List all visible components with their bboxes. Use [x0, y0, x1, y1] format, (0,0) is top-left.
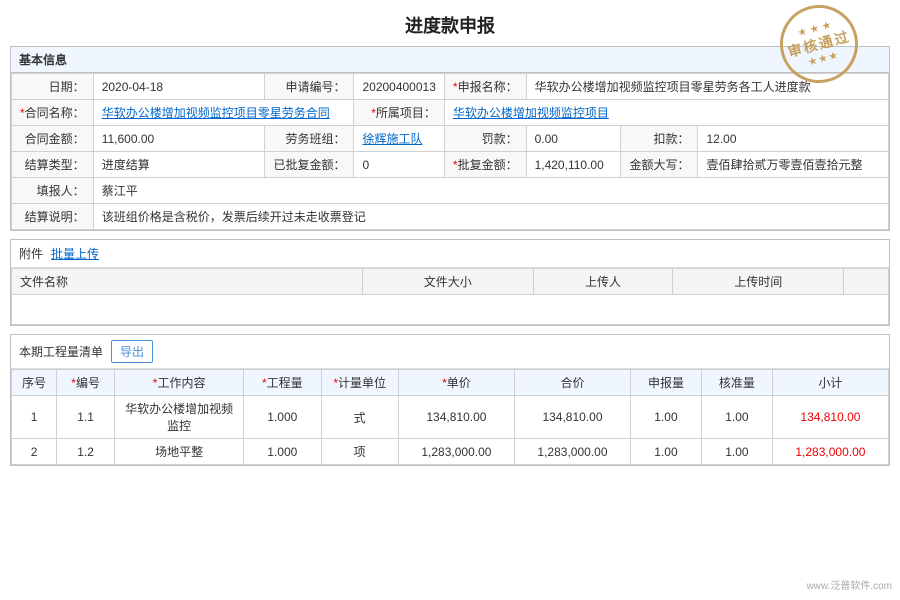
- col-subtotal: 小计: [772, 370, 888, 396]
- attach-col-time: 上传时间: [673, 269, 844, 295]
- info-row-3: 合同金额： 11,600.00 劳务班组： 徐辉施工队 罚款： 0.00 扣款：…: [12, 126, 889, 152]
- attachment-label: 附件: [19, 245, 43, 262]
- contract-amount-value: 11,600.00: [93, 126, 265, 152]
- info-row-5: 填报人： 蔡江平: [12, 178, 889, 204]
- amount-big-label: 金额大写：: [621, 152, 698, 178]
- batch-upload-button[interactable]: 批量上传: [51, 245, 99, 262]
- watermark: www.泛普软件.com: [806, 577, 892, 592]
- workload-cell-5: 134,810.00: [398, 396, 514, 439]
- col-quantity: *工程量: [244, 370, 321, 396]
- export-button[interactable]: 导出: [111, 340, 153, 363]
- workload-section: 本期工程量清单 导出 序号 *编号 *工作内容 *工程量 *计量单位 *单价 合…: [10, 334, 890, 466]
- workload-cell-4: 式: [321, 396, 398, 439]
- workload-cell-1: 1.2: [57, 439, 115, 465]
- col-approved-qty: 核准量: [701, 370, 772, 396]
- project-value[interactable]: 华软办公楼增加视频监控项目: [444, 100, 888, 126]
- basic-info-table: 日期： 2020-04-18 申请编号： 20200400013 *申报名称： …: [11, 73, 889, 230]
- workload-header: 本期工程量清单 导出: [11, 335, 889, 369]
- filler-value: 蔡江平: [93, 178, 888, 204]
- batch-amount-value: 1,420,110.00: [526, 152, 621, 178]
- workload-cell-4: 项: [321, 439, 398, 465]
- col-code: *编号: [57, 370, 115, 396]
- contract-name-label: *合同名称：: [12, 100, 94, 126]
- attach-col-uploader: 上传人: [533, 269, 672, 295]
- apply-no-label: 申请编号：: [265, 74, 354, 100]
- date-label: 日期：: [12, 74, 94, 100]
- workload-cell-6: 134,810.00: [514, 396, 630, 439]
- workload-cell-7: 1.00: [631, 439, 702, 465]
- labor-group-label: 劳务班组：: [265, 126, 354, 152]
- attachment-header: 附件 批量上传: [11, 240, 889, 268]
- approved-amount-label: 已批复金额：: [265, 152, 354, 178]
- deduction-value: 12.00: [698, 126, 889, 152]
- workload-row: 21.2场地平整1.000项1,283,000.001,283,000.001.…: [12, 439, 889, 465]
- workload-cell-8: 1.00: [701, 439, 772, 465]
- col-total-price: 合价: [514, 370, 630, 396]
- remark-label: 结算说明：: [12, 204, 94, 230]
- attachment-empty-row: [12, 295, 889, 325]
- col-apply-qty: 申报量: [631, 370, 702, 396]
- col-unit-price: *单价: [398, 370, 514, 396]
- info-row-2: *合同名称： 华软办公楼增加视频监控项目零星劳务合同 *所属项目： 华软办公楼增…: [12, 100, 889, 126]
- attachment-section: 附件 批量上传 文件名称 文件大小 上传人 上传时间: [10, 239, 890, 326]
- apply-no-value: 20200400013: [354, 74, 444, 100]
- basic-info-section: 基本信息 日期： 2020-04-18 申请编号： 20200400013 *申…: [10, 46, 890, 231]
- workload-cell-3: 1.000: [244, 439, 321, 465]
- labor-group-value[interactable]: 徐辉施工队: [354, 126, 444, 152]
- contract-name-value[interactable]: 华软办公楼增加视频监控项目零星劳务合同: [93, 100, 354, 126]
- col-unit: *计量单位: [321, 370, 398, 396]
- attachment-header-row: 文件名称 文件大小 上传人 上传时间: [12, 269, 889, 295]
- basic-info-header: 基本信息: [11, 47, 889, 73]
- workload-row: 11.1华软办公楼增加视频监控1.000式134,810.00134,810.0…: [12, 396, 889, 439]
- info-row-4: 结算类型： 进度结算 已批复金额： 0 *批复金额： 1,420,110.00 …: [12, 152, 889, 178]
- workload-cell-8: 1.00: [701, 396, 772, 439]
- col-seq: 序号: [12, 370, 57, 396]
- attachment-table: 文件名称 文件大小 上传人 上传时间: [11, 268, 889, 325]
- approved-amount-value: 0: [354, 152, 444, 178]
- workload-cell-1: 1.1: [57, 396, 115, 439]
- workload-cell-2: 华软办公楼增加视频监控: [115, 396, 244, 439]
- penalty-label: 罚款：: [444, 126, 526, 152]
- workload-cell-6: 1,283,000.00: [514, 439, 630, 465]
- deduction-label: 扣款：: [621, 126, 698, 152]
- workload-cell-0: 2: [12, 439, 57, 465]
- remark-value: 该班组价格是含税价，发票后续开过未走收票登记: [93, 204, 888, 230]
- apply-name-label: *申报名称：: [444, 74, 526, 100]
- attach-col-name: 文件名称: [12, 269, 363, 295]
- col-content: *工作内容: [115, 370, 244, 396]
- settlement-type-value: 进度结算: [93, 152, 265, 178]
- date-value: 2020-04-18: [93, 74, 265, 100]
- attach-col-size: 文件大小: [362, 269, 533, 295]
- batch-amount-label: *批复金额：: [444, 152, 526, 178]
- project-label: *所属项目：: [354, 100, 444, 126]
- filler-label: 填报人：: [12, 178, 94, 204]
- workload-header-row: 序号 *编号 *工作内容 *工程量 *计量单位 *单价 合价 申报量 核准量 小…: [12, 370, 889, 396]
- attach-col-action: [844, 269, 889, 295]
- workload-table: 序号 *编号 *工作内容 *工程量 *计量单位 *单价 合价 申报量 核准量 小…: [11, 369, 889, 465]
- info-row-1: 日期： 2020-04-18 申请编号： 20200400013 *申报名称： …: [12, 74, 889, 100]
- amount-big-value: 壹佰肆拾贰万零壹佰壹拾元整: [698, 152, 889, 178]
- penalty-value: 0.00: [526, 126, 621, 152]
- workload-label: 本期工程量清单: [19, 343, 103, 360]
- workload-cell-5: 1,283,000.00: [398, 439, 514, 465]
- page-title: 进度款申报 ★ ★ ★ 审核通过 ★ ★ ★: [0, 0, 900, 46]
- workload-cell-0: 1: [12, 396, 57, 439]
- workload-cell-3: 1.000: [244, 396, 321, 439]
- workload-cell-9: 1,283,000.00: [772, 439, 888, 465]
- approval-stamp: ★ ★ ★ 审核通过 ★ ★ ★: [780, 5, 860, 85]
- workload-cell-7: 1.00: [631, 396, 702, 439]
- settlement-type-label: 结算类型：: [12, 152, 94, 178]
- contract-amount-label: 合同金额：: [12, 126, 94, 152]
- info-row-6: 结算说明： 该班组价格是含税价，发票后续开过未走收票登记: [12, 204, 889, 230]
- workload-cell-2: 场地平整: [115, 439, 244, 465]
- workload-cell-9: 134,810.00: [772, 396, 888, 439]
